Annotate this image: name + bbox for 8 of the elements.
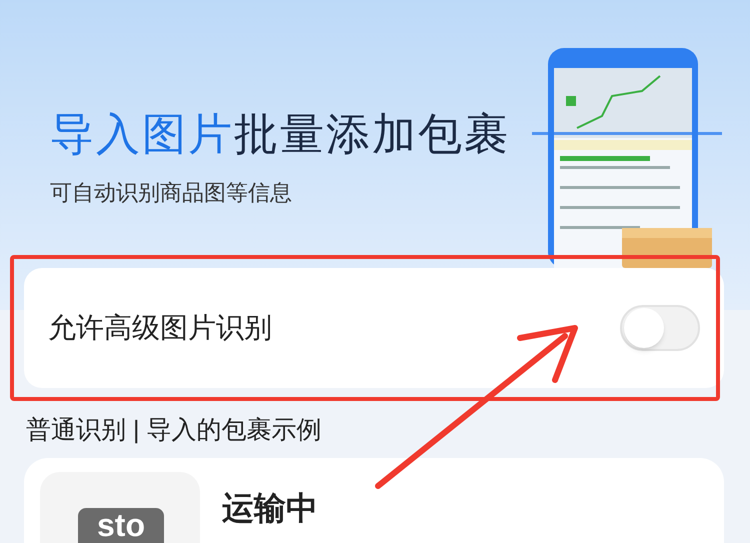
- setting-label: 允许高级图片识别: [48, 311, 272, 345]
- banner-subtitle: 可自动识别商品图等信息: [50, 179, 293, 207]
- courier-logo: sto: [78, 508, 164, 543]
- banner-title-highlight: 导入图片: [50, 110, 234, 159]
- toggle-switch[interactable]: [620, 305, 700, 351]
- parcel-status: 运输中: [222, 489, 318, 528]
- section-title: 普通识别 | 导入的包裹示例: [26, 415, 322, 446]
- banner-title: 批量添加包裹: [234, 110, 510, 159]
